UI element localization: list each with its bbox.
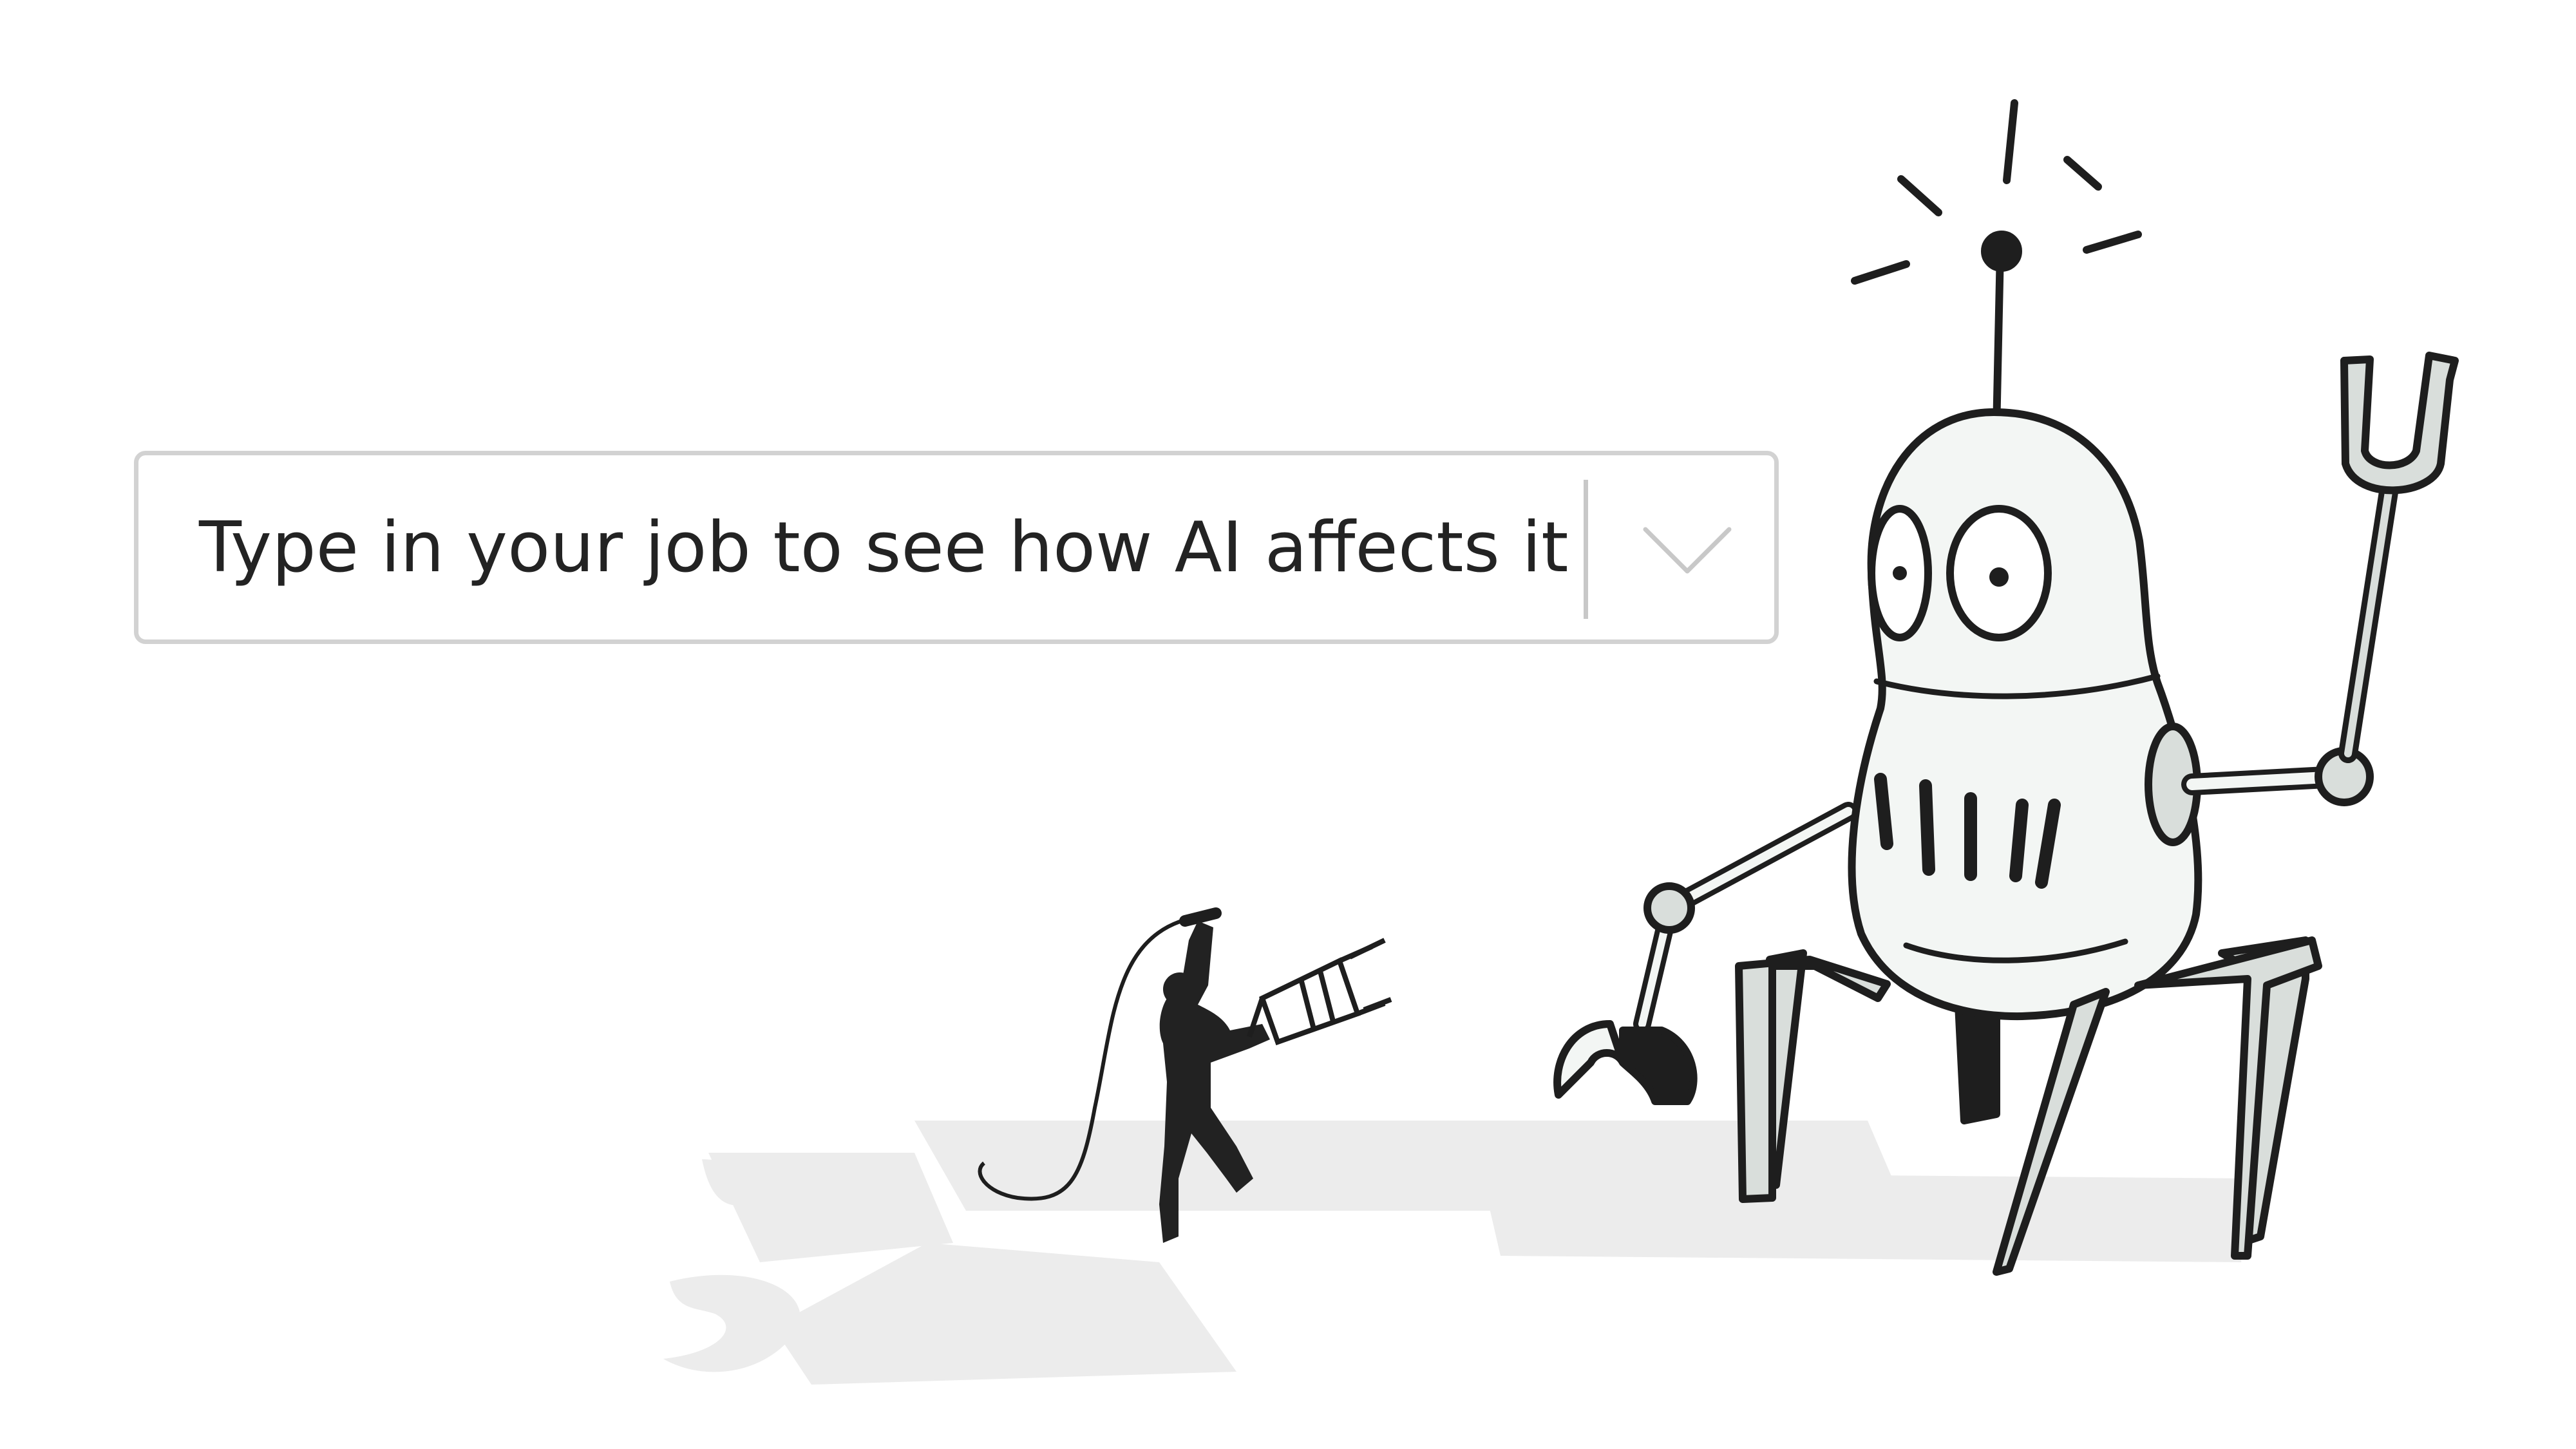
robot-figure <box>1553 99 2459 1276</box>
dropdown-divider <box>1584 480 1588 619</box>
app-stage: Type in your job to see how AI affects i… <box>0 0 2576 1449</box>
chevron-down-icon[interactable] <box>1639 500 1736 597</box>
job-search-select[interactable]: Type in your job to see how AI affects i… <box>134 451 1779 644</box>
robot-tamer-illustration <box>663 99 2459 1385</box>
job-search-placeholder[interactable]: Type in your job to see how AI affects i… <box>199 455 1693 639</box>
